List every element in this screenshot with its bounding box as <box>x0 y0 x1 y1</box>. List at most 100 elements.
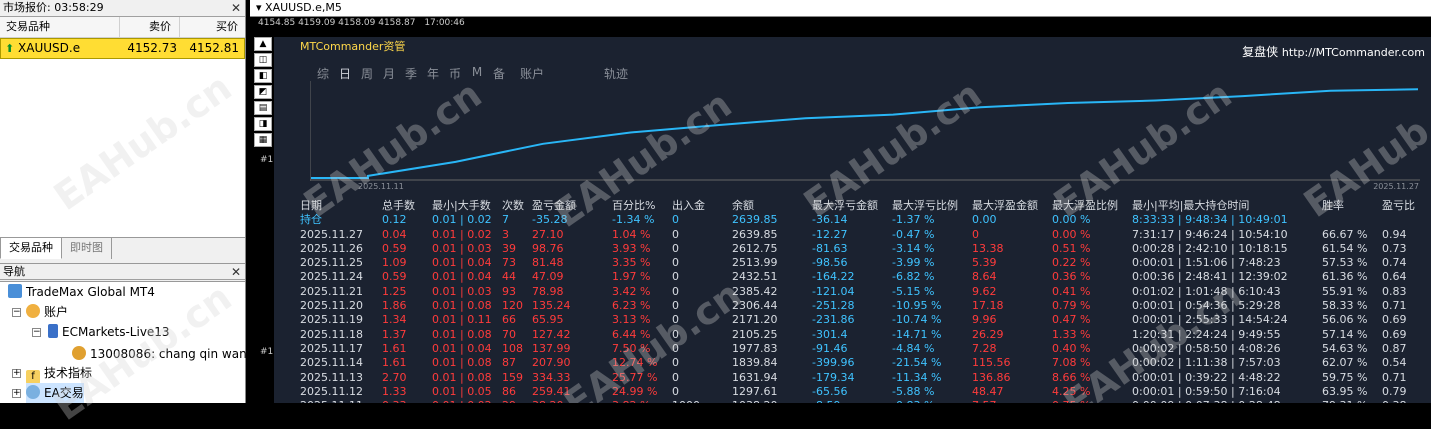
table-cell: 29 <box>502 399 516 403</box>
table-cell: 0 <box>972 227 979 241</box>
table-cell: 最小|大手数 <box>432 199 491 212</box>
expand-icon[interactable]: + <box>12 389 21 398</box>
table-cell: 207.90 <box>532 356 571 370</box>
tab-symbols[interactable]: 交易品种 <box>0 238 62 259</box>
close-icon[interactable]: ✕ <box>231 0 241 16</box>
period-tab[interactable]: 日 <box>334 65 356 82</box>
table-cell: 0.01 | 0.04 <box>432 341 492 355</box>
table-cell: 0.01 | 0.03 <box>432 284 492 298</box>
nav-item-indicators[interactable]: f 技术指标 <box>26 363 92 384</box>
expand-icon[interactable]: + <box>12 369 21 378</box>
close-icon[interactable]: ✕ <box>231 264 241 280</box>
table-cell: 0:00:01 | 1:51:06 | 7:48:23 <box>1132 256 1281 270</box>
table-cell: 9.62 <box>972 284 997 298</box>
table-cell: 1.33 <box>382 384 407 398</box>
tool-button[interactable]: ◧ <box>254 69 272 83</box>
table-cell: 9.96 <box>972 313 997 327</box>
market-watch-title: 市场报价: 03:58:29 ✕ <box>0 0 245 17</box>
collapse-icon[interactable]: − <box>12 308 21 317</box>
table-cell: 0:00:28 | 2:42:10 | 10:18:15 <box>1132 241 1288 255</box>
chart-window-title[interactable]: ▾ XAUUSD.e,M5 <box>250 0 1431 17</box>
chart-area[interactable]: 4154.85 4159.09 4158.09 4158.87 17:00:46… <box>250 17 1431 403</box>
table-cell: 127.42 <box>532 327 571 341</box>
table-cell: 2025.11.21 <box>300 284 363 298</box>
collapse-icon[interactable]: − <box>32 328 41 337</box>
table-cell: 2.70 <box>382 370 407 384</box>
col-bid[interactable]: 卖价 <box>120 17 180 37</box>
time-text: 17:00:46 <box>424 18 465 28</box>
table-cell: 0.69 <box>1382 313 1407 327</box>
tab-track[interactable]: 轨迹 <box>604 65 628 82</box>
table-cell: 最大浮亏金额 <box>812 199 878 212</box>
col-ask[interactable]: 买价 <box>180 17 244 37</box>
table-cell: 1.04 % <box>612 227 651 241</box>
table-row: 2025.11.19 1.34 0.01 | 0.11 66 65.95 3.13 % 0 2… <box>300 313 1431 327</box>
table-cell: 0.40 % <box>1052 341 1091 355</box>
table-cell: 0:00:02 | 1:11:38 | 7:57:03 <box>1132 356 1281 370</box>
table-cell: 0.87 <box>1382 341 1407 355</box>
commander-name: MTCommander资管 <box>300 40 406 53</box>
period-tab[interactable]: 周 <box>356 65 378 82</box>
col-symbol[interactable]: 交易品种 <box>0 17 120 37</box>
nav-item-platform[interactable]: TradeMax Global MT4 <box>8 282 155 302</box>
tab-account[interactable]: 账户 <box>520 65 544 82</box>
nav-item-accounts[interactable]: 账户 <box>26 302 68 322</box>
period-tab[interactable]: 综 <box>312 65 334 82</box>
table-cell: 2385.42 <box>732 284 778 298</box>
table-cell: 39 <box>502 241 516 255</box>
left-panels: 市场报价: 03:58:29 ✕ 交易品种 卖价 买价 ⬆ XAUUSD.e 4… <box>0 0 254 403</box>
tool-button[interactable]: ▲ <box>254 37 272 51</box>
table-cell: 0:00:01 | 2:55:33 | 14:54:24 <box>1132 313 1288 327</box>
tool-button[interactable]: ▦ <box>254 133 272 147</box>
table-cell: 56.06 % <box>1322 313 1368 327</box>
table-cell: 0.01 | 0.05 <box>432 384 492 398</box>
period-tab[interactable]: 币 <box>444 65 466 82</box>
tool-button[interactable]: ◫ <box>254 53 272 67</box>
period-tab[interactable]: 月 <box>378 65 400 82</box>
table-cell: 2025.11.27 <box>300 227 363 241</box>
brand[interactable]: 复盘侠 http://MTCommander.com <box>1242 43 1425 60</box>
period-tab[interactable]: 备 <box>488 65 510 82</box>
nav-item-account[interactable]: 13008086: chang qin wang <box>72 344 254 364</box>
table-cell: 57.53 % <box>1322 256 1368 270</box>
table-cell: 1.33 % <box>1052 327 1091 341</box>
table-cell: 0.51 % <box>1052 241 1091 255</box>
nav-item-experts[interactable]: EA交易 <box>26 383 84 403</box>
table-cell: 0 <box>672 227 679 241</box>
table-cell: 0.71 <box>1382 370 1407 384</box>
table-cell: 78.98 <box>532 284 564 298</box>
table-cell: 0.47 % <box>1052 313 1091 327</box>
tab-tick-chart[interactable]: 即时图 <box>62 238 112 259</box>
table-cell: 0 <box>672 284 679 298</box>
table-cell: -121.04 <box>812 284 855 298</box>
period-tab[interactable]: 年 <box>422 65 444 82</box>
table-cell: 6.44 % <box>612 327 651 341</box>
symbol-cell: ⬆ XAUUSD.e <box>1 39 121 58</box>
table-cell: -21.54 % <box>892 356 942 370</box>
table-row: 2025.11.13 2.70 0.01 | 0.08 159 334.33 25.77 … <box>300 371 1431 385</box>
table-cell: -36.14 <box>812 213 848 227</box>
table-row: 2025.11.17 1.61 0.01 | 0.04 108 137.99 7.50 %… <box>300 342 1431 356</box>
table-cell: -6.82 % <box>892 270 935 284</box>
tool-button[interactable]: ◩ <box>254 85 272 99</box>
market-watch-row[interactable]: ⬆ XAUUSD.e 4152.73 4152.81 <box>0 38 245 59</box>
table-cell: 1.34 <box>382 313 407 327</box>
table-cell: 2025.11.26 <box>300 241 363 255</box>
period-tab[interactable]: 季 <box>400 65 422 82</box>
table-cell: 58.33 % <box>1322 299 1368 313</box>
table-cell: -3.99 % <box>892 256 935 270</box>
table-cell: 0.36 % <box>1052 270 1091 284</box>
table-cell: 2025.11.13 <box>300 370 363 384</box>
table-cell: 1.25 <box>382 284 407 298</box>
table-cell: 0 <box>672 356 679 370</box>
period-tab[interactable]: M <box>466 65 488 82</box>
table-cell: 66.67 % <box>1322 227 1368 241</box>
table-cell: 百分比% <box>612 199 656 212</box>
nav-item-server[interactable]: ECMarkets-Live13 <box>48 322 170 342</box>
table-cell: 0.00 <box>972 213 997 227</box>
table-row: 2025.11.26 0.59 0.01 | 0.03 39 98.76 3.93 % 0 2… <box>300 242 1431 256</box>
table-cell: 135.24 <box>532 299 571 313</box>
tool-button[interactable]: ◨ <box>254 117 272 131</box>
tool-button[interactable]: ▤ <box>254 101 272 115</box>
chart-window: ▾ XAUUSD.e,M5 4154.85 4159.09 4158.09 41… <box>250 0 1431 403</box>
